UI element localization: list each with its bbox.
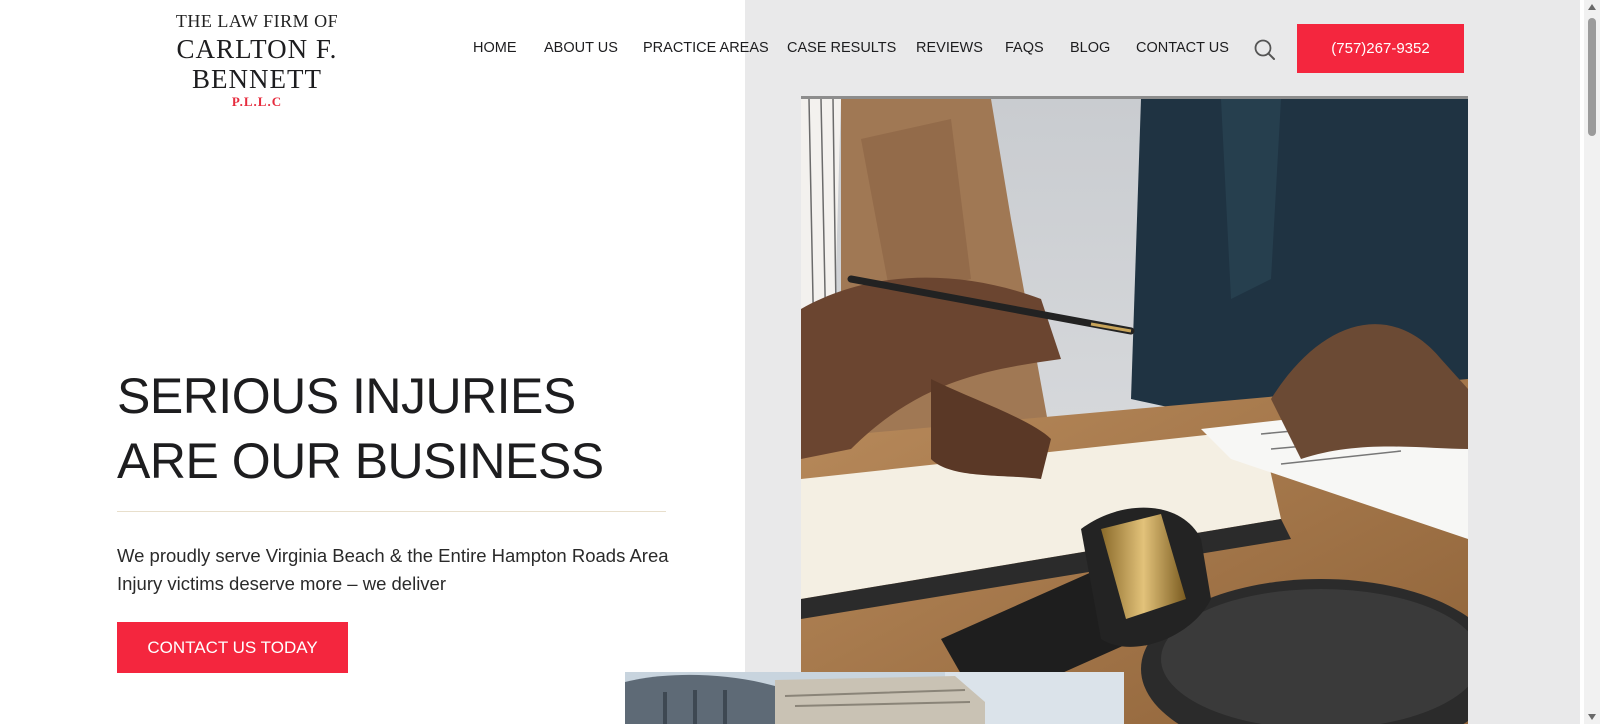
- contact-us-today-button[interactable]: CONTACT US TODAY: [117, 622, 348, 673]
- site-logo[interactable]: THE LAW FIRM OF CARLTON F. BENNETT P.L.L…: [117, 10, 397, 110]
- nav-item-practice-areas[interactable]: PRACTICE AREAS: [643, 40, 769, 56]
- hero-subtext: We proudly serve Virginia Beach & the En…: [117, 545, 669, 594]
- nav-item-blog[interactable]: BLOG: [1070, 40, 1110, 56]
- logo-firm-name: CARLTON F. BENNETT: [176, 34, 338, 94]
- scroll-up-arrow-icon[interactable]: [1588, 4, 1596, 10]
- nav-item-reviews[interactable]: REVIEWS: [916, 40, 983, 56]
- search-icon[interactable]: [1253, 38, 1277, 62]
- nav-item-case-results[interactable]: CASE RESULTS: [787, 40, 896, 56]
- hero-headline: SERIOUS INJURIES ARE OUR BUSINESS: [117, 368, 604, 489]
- scroll-thumb[interactable]: [1588, 18, 1596, 136]
- logo-line-1: THE LAW FIRM OF: [175, 11, 339, 31]
- nav-item-about-us[interactable]: ABOUT US: [544, 40, 618, 56]
- nav-item-faqs[interactable]: FAQS: [1005, 40, 1044, 56]
- scroll-down-arrow-icon[interactable]: [1588, 714, 1596, 720]
- courthouse-image: [625, 672, 1124, 724]
- nav-item-contact-us[interactable]: CONTACT US: [1136, 40, 1229, 56]
- page-scrollbar[interactable]: [1584, 0, 1600, 724]
- lawyers-signing-document-image: [801, 96, 1468, 724]
- nav-item-home[interactable]: HOME: [473, 40, 517, 56]
- logo-suffix: P.L.L.C: [231, 94, 283, 109]
- phone-button[interactable]: (757)267-9352: [1297, 24, 1464, 73]
- headline-divider: [117, 511, 666, 512]
